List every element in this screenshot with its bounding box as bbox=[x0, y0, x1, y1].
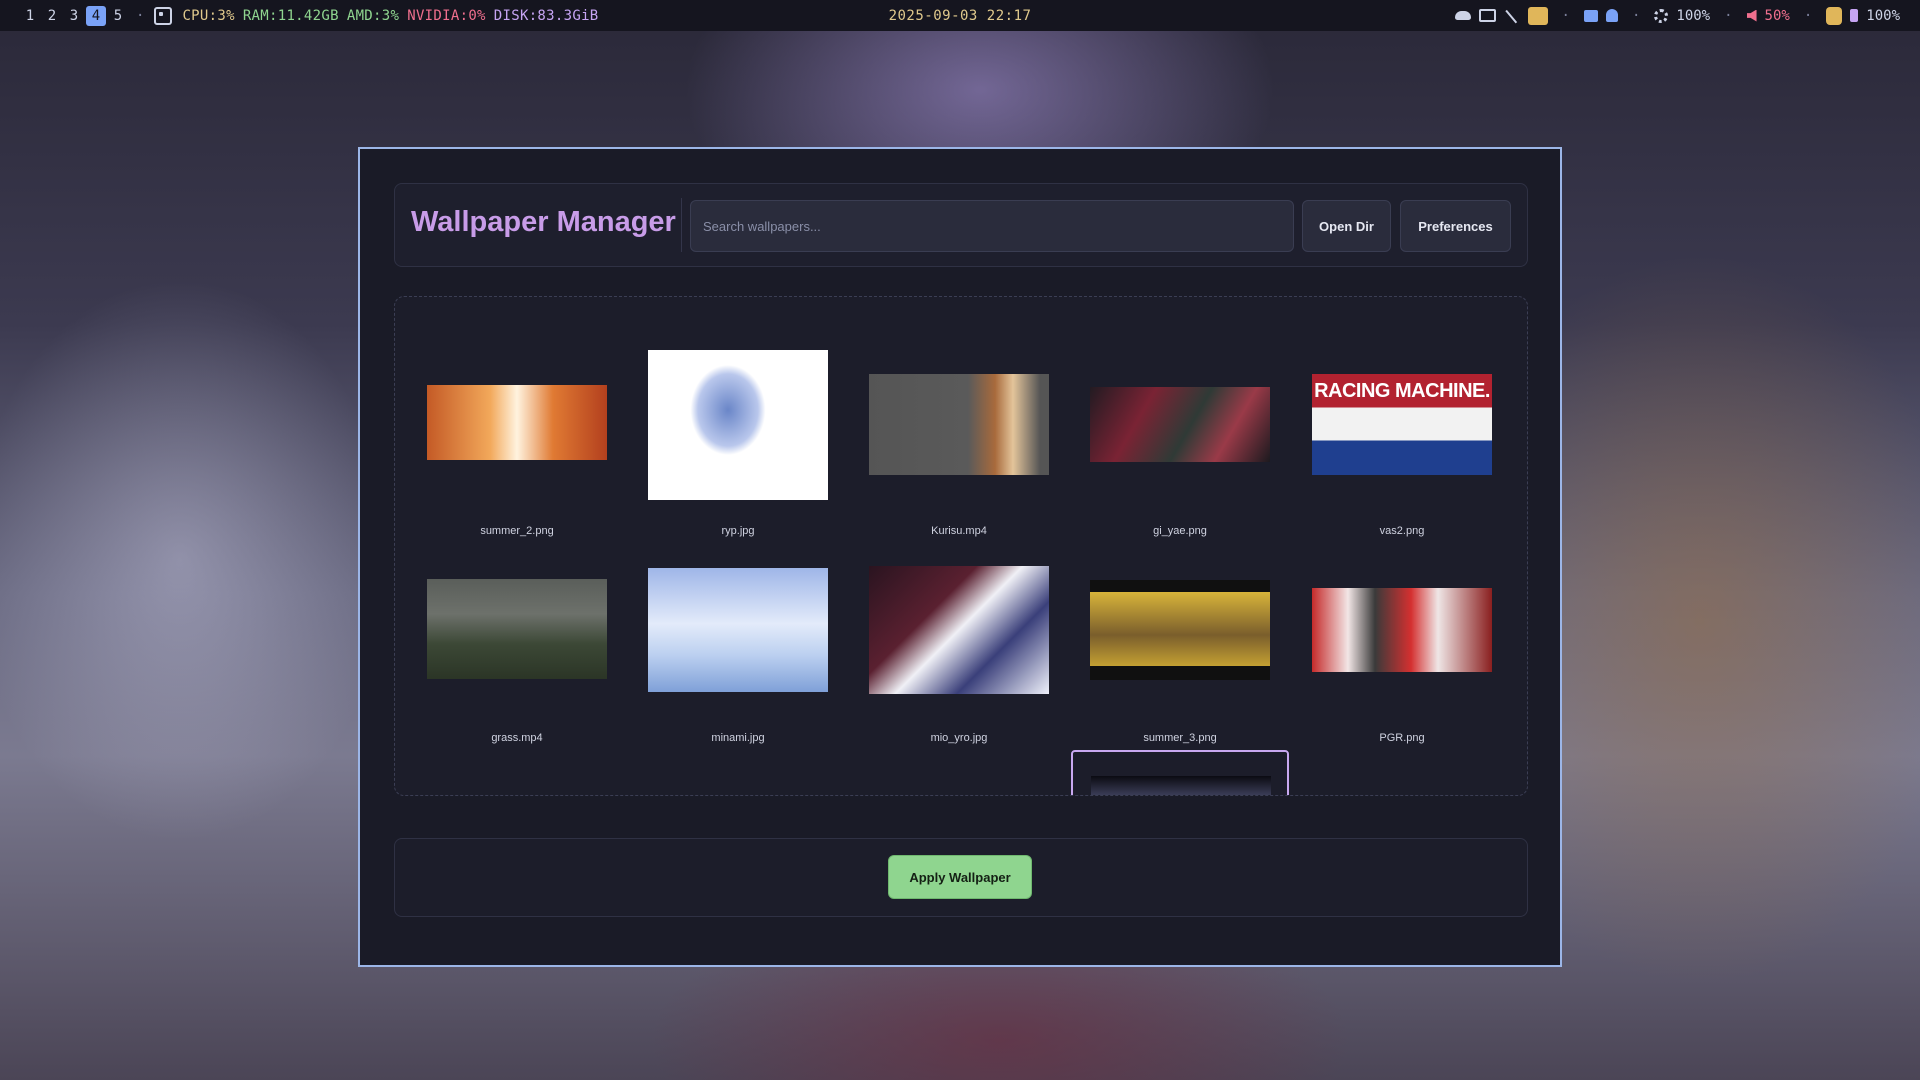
top-status-bar: 1 2 3 4 5 · CPU:3% RAM:11.42GB AMD:3% NV… bbox=[0, 0, 1920, 31]
wallpaper-filename: vas2.png bbox=[1379, 525, 1425, 537]
ram-stat: RAM:11.42GB bbox=[242, 7, 339, 24]
wallpaper-item[interactable]: RACING MACHINE. vas2.png bbox=[1312, 350, 1492, 550]
wallpaper-item[interactable]: Kurisu.mp4 bbox=[869, 350, 1049, 550]
wallpaper-item-selected[interactable] bbox=[1071, 750, 1289, 795]
wallpaper-filename: gi_yae.png bbox=[1153, 525, 1207, 537]
thumbnail-image: RACING MACHINE. bbox=[1312, 374, 1492, 475]
thumbnail-caption: RACING MACHINE. bbox=[1314, 380, 1490, 402]
brightness-icon[interactable] bbox=[1654, 8, 1669, 23]
separator: · bbox=[1803, 7, 1813, 24]
volume-value: 50% bbox=[1764, 7, 1790, 24]
workspace-3[interactable]: 3 bbox=[64, 6, 84, 26]
wallpaper-item[interactable]: PGR.png bbox=[1312, 557, 1492, 757]
wallpaper-gallery[interactable]: summer_2.png ryp.jpg Kurisu.mp4 gi_yae.p… bbox=[394, 296, 1528, 796]
wallpaper-item[interactable]: ryp.jpg bbox=[648, 350, 828, 550]
wallpaper-manager-window: Wallpaper Manager Open Dir Preferences s… bbox=[358, 147, 1562, 967]
wallpaper-filename: summer_3.png bbox=[1143, 732, 1217, 744]
pen-icon[interactable] bbox=[1504, 8, 1519, 23]
footer-bar: Apply Wallpaper bbox=[394, 838, 1528, 917]
nvidia-stat: NVIDIA:0% bbox=[407, 7, 486, 24]
wallpaper-filename: grass.mp4 bbox=[491, 732, 543, 744]
system-tray: · · 100% · 50% · 100% bbox=[1454, 0, 1900, 31]
wallpaper-filename: minami.jpg bbox=[711, 732, 765, 744]
clock[interactable]: 2025-09-03 22:17 bbox=[889, 8, 1032, 24]
monitor-icon[interactable] bbox=[1478, 9, 1496, 22]
brightness-value: 100% bbox=[1676, 7, 1711, 24]
app-title: Wallpaper Manager bbox=[411, 206, 676, 238]
amd-stat: AMD:3% bbox=[346, 7, 400, 24]
app-launcher-icon[interactable] bbox=[154, 6, 173, 25]
workspace-1[interactable]: 1 bbox=[20, 6, 40, 26]
wallpaper-filename: mio_yro.jpg bbox=[930, 732, 988, 744]
open-dir-button[interactable]: Open Dir bbox=[1302, 200, 1391, 252]
cpu-stat: CPU:3% bbox=[182, 7, 235, 24]
battery-icon bbox=[1850, 9, 1859, 22]
workspace-5[interactable]: 5 bbox=[108, 6, 128, 26]
wallpaper-item[interactable]: gi_yae.png bbox=[1090, 350, 1270, 550]
wallpaper-item[interactable]: mio_yro.jpg bbox=[869, 557, 1049, 757]
header-bar: Wallpaper Manager Open Dir Preferences bbox=[394, 183, 1528, 267]
disk-stat: DISK:83.3GiB bbox=[493, 7, 599, 24]
wallpaper-item[interactable]: summer_3.png bbox=[1090, 557, 1270, 757]
wallpaper-filename: Kurisu.mp4 bbox=[931, 525, 987, 537]
notes-icon[interactable] bbox=[1583, 9, 1598, 22]
battery-value: 100% bbox=[1866, 7, 1900, 24]
thumbnail-image bbox=[427, 385, 607, 460]
bell-icon[interactable] bbox=[1605, 9, 1618, 22]
media-icon[interactable] bbox=[1527, 6, 1548, 25]
cloud-icon[interactable] bbox=[1454, 11, 1471, 20]
assistant-icon[interactable] bbox=[1826, 6, 1843, 25]
workspace-4[interactable]: 4 bbox=[86, 5, 106, 26]
search-input[interactable] bbox=[690, 200, 1294, 252]
wallpaper-filename: ryp.jpg bbox=[721, 525, 755, 537]
header-divider bbox=[681, 198, 682, 252]
preferences-button[interactable]: Preferences bbox=[1400, 200, 1511, 252]
wallpaper-item[interactable]: summer_2.png bbox=[427, 350, 607, 550]
thumbnail-image bbox=[869, 566, 1049, 694]
separator: · bbox=[1724, 7, 1733, 24]
thumbnail-image bbox=[1090, 580, 1270, 680]
separator: · bbox=[1631, 7, 1641, 24]
thumbnail-video bbox=[869, 374, 1049, 475]
wallpaper-item[interactable]: minami.jpg bbox=[648, 557, 828, 757]
volume-icon[interactable] bbox=[1746, 9, 1757, 22]
thumbnail-image bbox=[1091, 776, 1271, 795]
thumbnail-image bbox=[648, 568, 828, 692]
thumbnail-image bbox=[1090, 387, 1270, 462]
wallpaper-item[interactable]: grass.mp4 bbox=[427, 557, 607, 757]
separator: · bbox=[1561, 7, 1570, 24]
apply-wallpaper-button[interactable]: Apply Wallpaper bbox=[888, 855, 1032, 899]
wallpaper-filename: summer_2.png bbox=[480, 525, 554, 537]
separator: · bbox=[136, 7, 145, 24]
wallpaper-filename: PGR.png bbox=[1379, 732, 1425, 744]
workspace-2[interactable]: 2 bbox=[42, 6, 62, 26]
thumbnail-image bbox=[648, 350, 828, 500]
thumbnail-image bbox=[1312, 588, 1492, 672]
workspace-switcher: 1 2 3 4 5 bbox=[20, 5, 130, 26]
thumbnail-video bbox=[427, 579, 607, 679]
